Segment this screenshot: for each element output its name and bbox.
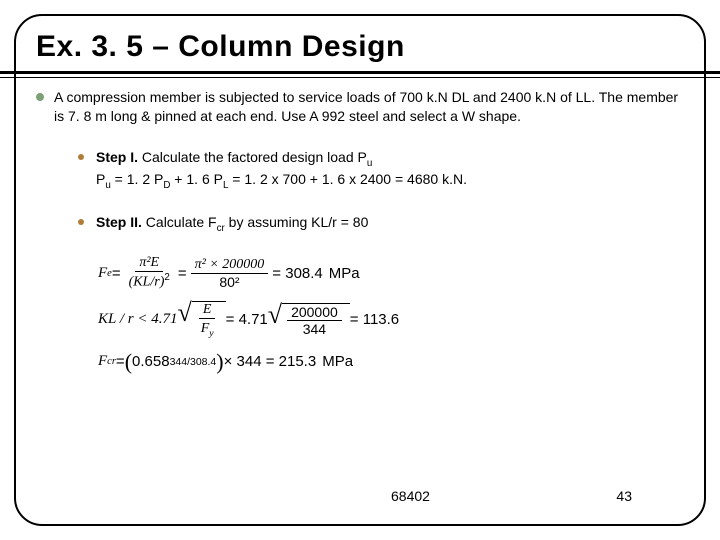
steps-list: Step I. Calculate the factored design lo… [78, 148, 684, 236]
bullet-disc-icon [36, 93, 44, 101]
step-1: Step I. Calculate the factored design lo… [78, 148, 684, 193]
slide-content: Ex. 3. 5 – Column Design A compression m… [36, 30, 684, 510]
bullet-dot-icon [78, 154, 84, 160]
equation-block: Fe = π²E (KL/r)2 = π² × 200000 80² = 308… [98, 255, 684, 374]
step-2-label: Step II. [96, 214, 142, 230]
unit-mpa: MPa [329, 265, 360, 282]
footer-code: 68402 [391, 488, 430, 504]
title-rule-thin [0, 77, 720, 78]
bullet-dot-icon [78, 219, 84, 225]
page-number: 43 [616, 488, 632, 504]
slide-title: Ex. 3. 5 – Column Design [36, 30, 684, 64]
step-2-body: Step II. Calculate Fcr by assuming KL/r … [96, 213, 368, 236]
unit-mpa: MPa [322, 353, 353, 370]
step-1-line2-a: P [96, 171, 105, 187]
title-rule-thick [0, 71, 720, 74]
equation-fe: Fe = π²E (KL/r)2 = π² × 200000 80² = 308… [98, 255, 684, 291]
equation-klr: KL / r < 4.71 √ E Fy = 4.71 √ [98, 301, 684, 339]
problem-bullet: A compression member is subjected to ser… [36, 88, 684, 126]
equation-fcr: Fcr = (0.658344/308.4) × 344 = 215.3 MPa [98, 349, 684, 375]
slide-footer: 68402 43 [36, 488, 684, 504]
step-2: Step II. Calculate Fcr by assuming KL/r … [78, 213, 684, 236]
step-1-text: Calculate the factored design load P [138, 149, 367, 165]
sqrt-icon: √ 200000 344 [268, 303, 350, 337]
step-1-sub: u [367, 158, 372, 169]
sqrt-icon: √ E Fy [177, 301, 225, 339]
problem-text: A compression member is subjected to ser… [54, 88, 684, 126]
step-1-body: Step I. Calculate the factored design lo… [96, 148, 467, 193]
step-1-label: Step I. [96, 149, 138, 165]
